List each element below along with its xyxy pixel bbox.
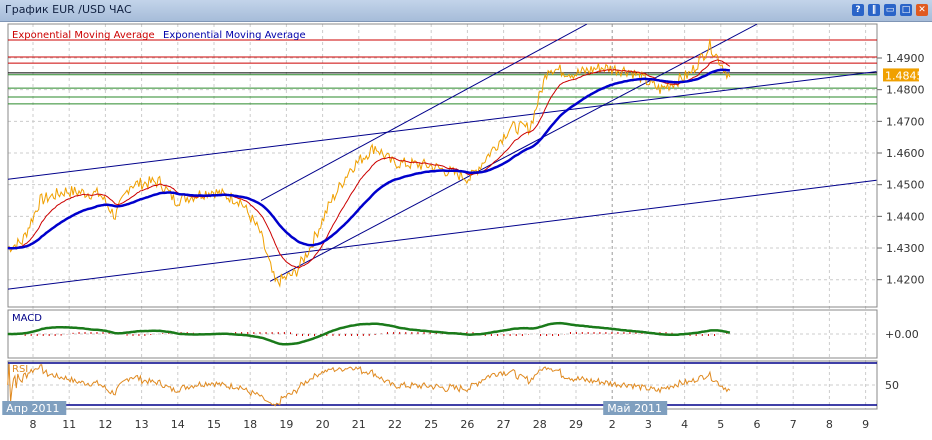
window-title: График EUR /USD ЧАС [5, 3, 132, 16]
x-tick-label: 28 [533, 418, 547, 431]
trendline [260, 24, 588, 201]
x-tick-label: 21 [352, 418, 366, 431]
x-tick-label: 20 [316, 418, 330, 431]
x-tick-label: 11 [62, 418, 76, 431]
price-chart[interactable]: 8 11 12 13 14 15 18 19 20 21 22 25 26 27 28 29 2 3 4 5 6 7 8 9 1… [0, 22, 932, 440]
x-tick-label: 6 [754, 418, 761, 431]
x-tick-label: 12 [98, 418, 112, 431]
month-label: Апр 2011 [6, 402, 59, 415]
month-label: Май 2011 [607, 402, 662, 415]
minimize-button[interactable]: ▭ [884, 4, 896, 16]
x-tick-label: 8 [826, 418, 833, 431]
maximize-button[interactable]: □ [900, 4, 912, 16]
x-tick-label: 14 [171, 418, 185, 431]
x-tick-label: 7 [790, 418, 797, 431]
x-tick-label: 29 [569, 418, 583, 431]
window-titlebar: График EUR /USD ЧАС ? ‖ ▭ □ ✕ [0, 0, 932, 22]
x-tick-label: 9 [862, 418, 869, 431]
trendline [8, 179, 877, 290]
macd-label: MACD [12, 313, 42, 324]
rsi-50-tick: 50 [885, 379, 899, 392]
y-tick-label: 1.4200 [886, 274, 925, 287]
rsi-label: RSI [12, 364, 28, 375]
x-tick-label: 3 [645, 418, 652, 431]
help-button[interactable]: ? [852, 4, 864, 16]
x-tick-label: 22 [388, 418, 402, 431]
x-tick-label: 2 [609, 418, 616, 431]
x-tick-label: 15 [207, 418, 221, 431]
legend-ema-fast: Exponential Moving Average [12, 30, 155, 41]
close-button[interactable]: ✕ [916, 4, 928, 16]
current-price-label: 1.4845 [885, 69, 924, 82]
ema-fast-line [7, 59, 731, 269]
y-tick-label: 1.4400 [886, 210, 925, 223]
y-tick-label: 1.4900 [886, 52, 925, 65]
x-tick-label: 8 [30, 418, 37, 431]
x-tick-label: 27 [497, 418, 511, 431]
x-tick-label: 25 [424, 418, 438, 431]
x-tick-label: 13 [135, 418, 149, 431]
pause-button[interactable]: ‖ [868, 4, 880, 16]
x-tick-label: 4 [681, 418, 688, 431]
y-tick-label: 1.4500 [886, 179, 925, 192]
macd-zero-tick: +0.00 [885, 328, 919, 341]
x-tick-label: 18 [243, 418, 257, 431]
x-tick-label: 5 [717, 418, 724, 431]
x-tick-label: 26 [460, 418, 474, 431]
y-tick-label: 1.4300 [886, 242, 925, 255]
legend-ema-slow: Exponential Moving Average [163, 30, 306, 41]
y-tick-label: 1.4600 [886, 147, 925, 160]
x-tick-label: 19 [279, 418, 293, 431]
y-tick-label: 1.4700 [886, 115, 925, 128]
y-tick-label: 1.4800 [886, 84, 925, 97]
price-line [7, 38, 731, 288]
